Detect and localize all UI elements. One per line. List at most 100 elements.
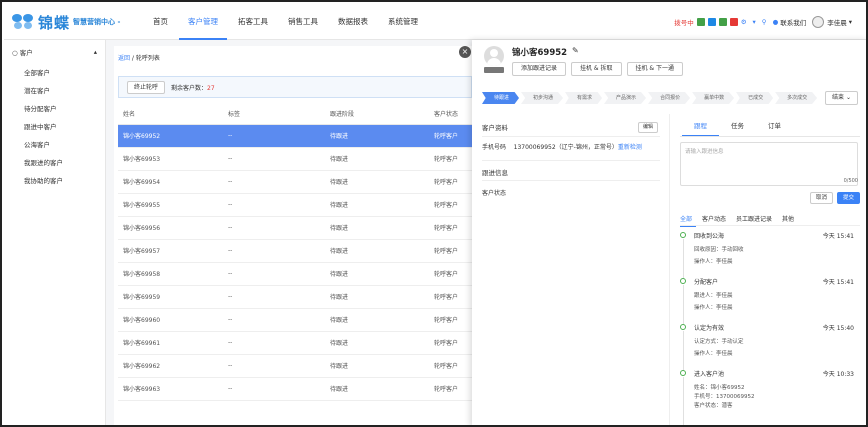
- table-row[interactable]: 锦小客69962 -- 待跟进 轮呼客户: [118, 354, 480, 378]
- remaining-label: 剩余客户数：: [171, 84, 208, 92]
- timeline-dot-icon: [680, 232, 686, 238]
- table-row[interactable]: 锦小客69953 -- 待跟进 轮呼客户: [118, 147, 480, 171]
- table-cell: 锦小客69960: [118, 308, 223, 332]
- nav-item[interactable]: 系统管理: [379, 4, 427, 40]
- user-menu[interactable]: 李佳晨 ▾: [812, 16, 852, 28]
- contact-us-link[interactable]: ● 联系我们: [773, 17, 807, 27]
- stage-step[interactable]: 赢单中数: [692, 92, 735, 104]
- timeline-dot-icon: [680, 370, 686, 376]
- edit-pencil-icon[interactable]: ✎: [572, 46, 579, 55]
- table-cell: 锦小客69952: [118, 124, 223, 148]
- char-counter: 0/500: [843, 178, 858, 184]
- table-cell: 锦小客69959: [118, 285, 223, 309]
- timeline-dot-icon: [680, 278, 686, 284]
- followup-textarea[interactable]: 请输入跟进信息: [680, 142, 858, 186]
- phone-value: 13700069952（辽宁-锦州，正常号）: [513, 144, 618, 151]
- breadcrumb-back-link[interactable]: 返回: [118, 55, 130, 62]
- submit-button[interactable]: 提交: [837, 192, 861, 204]
- butterfly-logo-icon: [12, 13, 34, 31]
- stage-step[interactable]: 初步沟通: [521, 92, 564, 104]
- table-cell: --: [223, 354, 325, 378]
- nav-item[interactable]: 客户管理: [179, 4, 227, 40]
- table-row[interactable]: 锦小客69957 -- 待跟进 轮呼客户: [118, 239, 480, 263]
- table-row[interactable]: 锦小客69960 -- 待跟进 轮呼客户: [118, 308, 480, 332]
- table-row[interactable]: 锦小客69959 -- 待跟进 轮呼客户: [118, 285, 480, 309]
- top-right-tools: 拨号中 ⚙ ▾ ⚲ ● 联系我们 李佳晨 ▾: [674, 15, 858, 29]
- chevron-down-icon[interactable]: ▾: [753, 18, 756, 26]
- followup-tab[interactable]: 任务: [719, 120, 756, 137]
- stage-step[interactable]: 多次成交: [775, 92, 818, 104]
- headset-icon: ●: [772, 18, 779, 26]
- timeline-detail: 姓名：锦小客69952: [694, 385, 745, 391]
- wechat-icon[interactable]: [718, 18, 727, 26]
- sidebar-item[interactable]: 我协助的客户: [4, 172, 105, 190]
- nav-item[interactable]: 销售工具: [279, 4, 327, 40]
- table-cell: 待跟进: [325, 331, 429, 355]
- timeline-title: 分配客户: [694, 279, 719, 286]
- brand-logo[interactable]: 锦蝶 智慧营销中心 -: [12, 12, 142, 32]
- sidebar-item[interactable]: 跟进中客户: [4, 118, 105, 136]
- panel-action-button[interactable]: 挂机 & 下一通: [626, 62, 684, 76]
- panel-action-button[interactable]: 挂机 & 拆取: [571, 62, 622, 76]
- sidebar-item[interactable]: 潜在客户: [4, 82, 105, 100]
- timeline-item: 认定为有效 今天 15:40 认定方式：手动认定 操作人：李佳晨: [680, 323, 858, 371]
- search-icon[interactable]: ⚲: [762, 18, 767, 26]
- sidebar: ○ 客户 ▴ 全部客户 潜在客户 待分配客户 跟进中客户 公海客户 我跟进的客户 我协助的客…: [4, 40, 106, 425]
- table-cell: 待跟进: [325, 354, 429, 378]
- followup-tab[interactable]: 订单: [756, 120, 793, 137]
- user-chevron-icon: ▾: [848, 18, 852, 26]
- table-row[interactable]: 锦小客69956 -- 待跟进 轮呼客户: [118, 216, 480, 240]
- customer-avatar: [484, 46, 504, 66]
- recheck-link[interactable]: 重新检测: [618, 144, 642, 151]
- table-row[interactable]: 锦小客69955 -- 待跟进 轮呼客户: [118, 193, 480, 217]
- settings-gear-icon[interactable]: ⚙: [741, 18, 747, 26]
- followup-section: 跟程 任务 订单 请输入跟进信息 0/500 取消 提交 全部 客户动态 员工跟进记录其…: [670, 114, 866, 425]
- timeline-line: [683, 331, 684, 371]
- brand-name: 锦蝶: [38, 13, 71, 32]
- timeline-line: [683, 239, 684, 279]
- table-cell: 待跟进: [325, 239, 429, 263]
- phone-label: 手机号码: [482, 144, 507, 151]
- remaining-count: 剩余客户数：27: [171, 83, 215, 92]
- timeline-title: 回收到公海: [694, 233, 725, 240]
- alert-icon[interactable]: [729, 18, 738, 26]
- end-stage-dropdown[interactable]: 结束 ⌄: [825, 91, 858, 105]
- sidebar-group-customers[interactable]: ○ 客户 ▴: [4, 40, 105, 64]
- sidebar-item[interactable]: 全部客户: [4, 64, 105, 82]
- message-icon[interactable]: [707, 18, 716, 26]
- brand-subtitle: 智慧营销中心 -: [73, 18, 121, 26]
- sidebar-item[interactable]: 我跟进的客户: [4, 154, 105, 172]
- table-cell: 锦小客69957: [118, 239, 223, 263]
- table-cell: --: [223, 308, 325, 332]
- nav-item[interactable]: 拓客工具: [229, 4, 277, 40]
- stage-step[interactable]: 待跟进: [482, 92, 520, 104]
- phone-status-icon[interactable]: [696, 18, 705, 26]
- followup-tab[interactable]: 跟程: [682, 120, 719, 137]
- table-row[interactable]: 锦小客69954 -- 待跟进 轮呼客户: [118, 170, 480, 194]
- timeline-line: [683, 285, 684, 325]
- column-header: 跟进阶段: [325, 104, 429, 125]
- stage-step[interactable]: 合同报价: [648, 92, 691, 104]
- main-nav: 首页 客户管理 拓客工具 销售工具 数据报表 系统管理: [144, 4, 429, 40]
- table-cell: --: [223, 331, 325, 355]
- sidebar-item[interactable]: 待分配客户: [4, 100, 105, 118]
- divider: [482, 160, 660, 161]
- table-row[interactable]: 锦小客69963 -- 待跟进 轮呼客户: [118, 377, 480, 401]
- timeline-title: 进入客户池: [694, 371, 725, 378]
- table-row[interactable]: 锦小客69961 -- 待跟进 轮呼客户: [118, 331, 480, 355]
- stage-step[interactable]: 产品演示: [604, 92, 647, 104]
- table-cell: 锦小客69958: [118, 262, 223, 286]
- cancel-button[interactable]: 取消: [810, 192, 834, 204]
- nav-item[interactable]: 首页: [144, 4, 177, 40]
- stop-dialing-button[interactable]: 终止轮呼: [127, 80, 166, 94]
- table-row[interactable]: 锦小客69952 -- 待跟进 轮呼客户: [118, 124, 480, 148]
- table-cell: 锦小客69963: [118, 377, 223, 401]
- stage-step[interactable]: 有需求: [565, 92, 603, 104]
- stage-step[interactable]: 已成交: [736, 92, 774, 104]
- table-row[interactable]: 锦小客69958 -- 待跟进 轮呼客户: [118, 262, 480, 286]
- panel-action-button[interactable]: 添加跟进记录: [512, 62, 567, 76]
- sidebar-item[interactable]: 公海客户: [4, 136, 105, 154]
- edit-info-button[interactable]: 编辑: [638, 122, 659, 133]
- close-panel-icon[interactable]: ×: [459, 46, 471, 58]
- nav-item[interactable]: 数据报表: [329, 4, 377, 40]
